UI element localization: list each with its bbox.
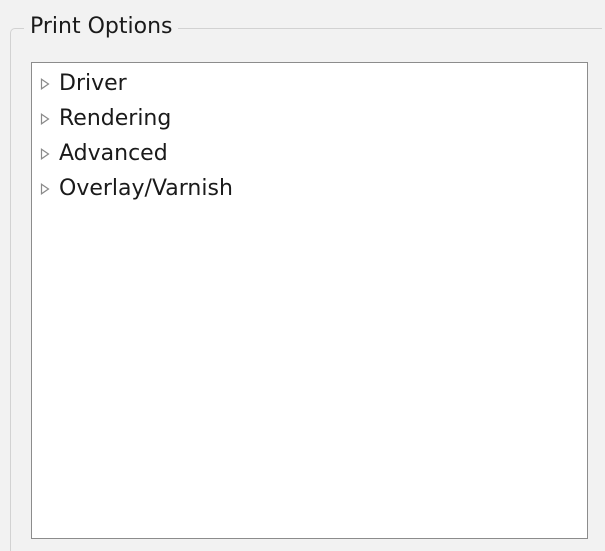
tree-item-advanced[interactable]: Advanced	[32, 136, 587, 171]
tree-item-label: Overlay/Varnish	[59, 175, 233, 201]
tree-item-rendering[interactable]: Rendering	[32, 101, 587, 136]
tree-item-label: Advanced	[59, 140, 168, 166]
expand-arrow-icon[interactable]	[38, 144, 52, 164]
expand-arrow-icon[interactable]	[38, 74, 52, 94]
expand-arrow-icon[interactable]	[38, 179, 52, 199]
tree-item-label: Rendering	[59, 105, 172, 131]
tree-list: Driver Rendering Advanced Overlay/Varnis…	[32, 63, 587, 206]
print-options-panel: Print Options Driver Rendering Advanced	[0, 0, 605, 551]
expand-arrow-icon[interactable]	[38, 109, 52, 129]
tree-item-overlay-varnish[interactable]: Overlay/Varnish	[32, 171, 587, 206]
groupbox-title: Print Options	[24, 13, 179, 41]
tree-item-label: Driver	[59, 70, 127, 96]
print-options-tree[interactable]: Driver Rendering Advanced Overlay/Varnis…	[31, 62, 588, 539]
tree-item-driver[interactable]: Driver	[32, 66, 587, 101]
